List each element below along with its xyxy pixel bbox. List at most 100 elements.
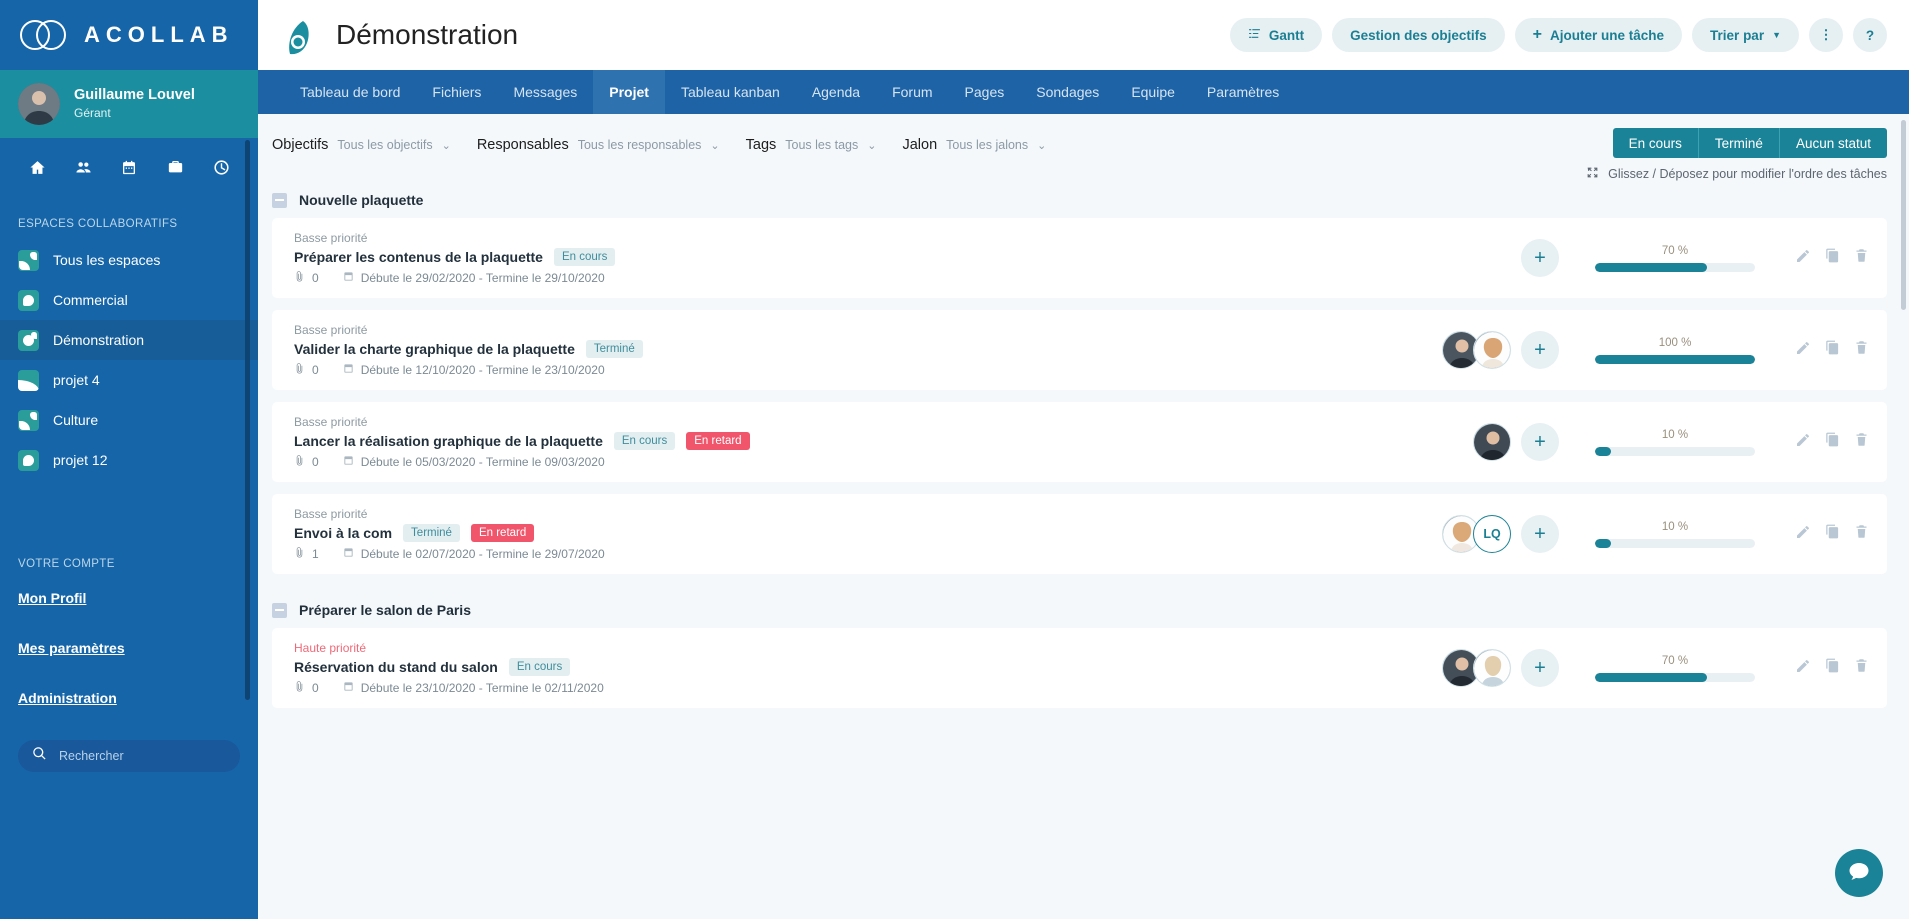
- task-row[interactable]: Haute priorité Réservation du stand du s…: [272, 628, 1887, 708]
- tab-tableau-de-bord[interactable]: Tableau de bord: [284, 70, 416, 114]
- tab-agenda[interactable]: Agenda: [796, 70, 876, 114]
- delete-trash-icon[interactable]: [1854, 432, 1869, 452]
- main-scrollbar[interactable]: [1901, 120, 1906, 310]
- drag-move-icon: [1586, 166, 1599, 182]
- delete-trash-icon[interactable]: [1854, 248, 1869, 268]
- tab-sondages[interactable]: Sondages: [1020, 70, 1115, 114]
- search-input[interactable]: [59, 749, 226, 763]
- collapse-minus-icon[interactable]: [272, 193, 287, 208]
- group-header-nouvelle-plaquette[interactable]: Nouvelle plaquette: [258, 176, 1909, 218]
- progress-track[interactable]: [1595, 539, 1755, 548]
- tab-projet[interactable]: Projet: [593, 70, 665, 114]
- spaces-section-label: ESPACES COLLABORATIFS: [0, 196, 258, 240]
- sidebar-item-commercial[interactable]: Commercial: [0, 280, 258, 320]
- assignee-avatars: [1442, 331, 1511, 369]
- group-header-preparer-le-salon-de-paris[interactable]: Préparer le salon de Paris: [258, 586, 1909, 628]
- gantt-button[interactable]: Gantt: [1230, 18, 1322, 52]
- sidebar-scrollbar[interactable]: [245, 140, 250, 700]
- tab-tableau-kanban[interactable]: Tableau kanban: [665, 70, 796, 114]
- status-filter-en-cours[interactable]: En cours: [1613, 128, 1699, 158]
- edit-pencil-icon[interactable]: [1795, 340, 1811, 361]
- filter-responsables[interactable]: Responsables Tous les responsables ⌄: [477, 137, 720, 153]
- collapse-minus-icon[interactable]: [272, 603, 287, 618]
- sidebar-item-mes-parametres[interactable]: Mes paramètres: [0, 630, 258, 666]
- task-row[interactable]: Basse priorité Valider la charte graphiq…: [272, 310, 1887, 390]
- avatar[interactable]: [1473, 649, 1511, 687]
- edit-pencil-icon[interactable]: [1795, 432, 1811, 453]
- objectives-button[interactable]: Gestion des objectifs: [1332, 18, 1505, 52]
- add-assignee-button[interactable]: +: [1521, 239, 1559, 277]
- filter-jalon[interactable]: Jalon Tous les jalons ⌄: [902, 137, 1046, 153]
- sidebar-item-tous-les-espaces[interactable]: Tous les espaces: [0, 240, 258, 280]
- duplicate-icon[interactable]: [1825, 658, 1840, 678]
- add-assignee-button[interactable]: +: [1521, 649, 1559, 687]
- avatar[interactable]: [1473, 423, 1511, 461]
- edit-pencil-icon[interactable]: [1795, 658, 1811, 679]
- sort-by-button[interactable]: Trier par ▼: [1692, 18, 1799, 52]
- task-row[interactable]: Basse priorité Envoi à la com Terminé En…: [272, 494, 1887, 574]
- add-assignee-button[interactable]: +: [1521, 331, 1559, 369]
- delete-trash-icon[interactable]: [1854, 658, 1869, 678]
- tab-fichiers[interactable]: Fichiers: [416, 70, 497, 114]
- tab-parametres[interactable]: Paramètres: [1191, 70, 1295, 114]
- sidebar-item-administration[interactable]: Administration: [0, 680, 258, 716]
- avatar-initials[interactable]: LQ: [1473, 515, 1511, 553]
- task-dates: Débute le 23/10/2020 - Termine le 02/11/…: [361, 681, 604, 695]
- edit-pencil-icon[interactable]: [1795, 248, 1811, 269]
- progress-track[interactable]: [1595, 263, 1755, 272]
- duplicate-icon[interactable]: [1825, 340, 1840, 360]
- users-icon[interactable]: [66, 152, 100, 182]
- user-panel[interactable]: Guillaume Louvel Gérant: [0, 70, 258, 138]
- project-tabs: Tableau de bord Fichiers Messages Projet…: [258, 70, 1909, 114]
- avatar[interactable]: [1473, 331, 1511, 369]
- progress-track[interactable]: [1595, 673, 1755, 682]
- top-bar: Démonstration Gantt Gestion des objectif…: [258, 0, 1909, 70]
- add-assignee-button[interactable]: +: [1521, 515, 1559, 553]
- sidebar-item-culture[interactable]: Culture: [0, 400, 258, 440]
- chat-button[interactable]: [1835, 849, 1883, 897]
- add-task-button[interactable]: + Ajouter une tâche: [1515, 18, 1682, 52]
- attachment-count: 0: [312, 271, 319, 285]
- progress-fill: [1595, 263, 1707, 272]
- filter-tags[interactable]: Tags Tous les tags ⌄: [746, 137, 877, 153]
- delete-trash-icon[interactable]: [1854, 340, 1869, 360]
- tab-forum[interactable]: Forum: [876, 70, 948, 114]
- progress: 70 %: [1595, 245, 1755, 272]
- delete-trash-icon[interactable]: [1854, 524, 1869, 544]
- progress: 10 %: [1595, 429, 1755, 456]
- clock-icon[interactable]: [204, 152, 238, 182]
- progress-track[interactable]: [1595, 355, 1755, 364]
- tab-equipe[interactable]: Equipe: [1115, 70, 1191, 114]
- sidebar-item-projet-4[interactable]: projet 4: [0, 360, 258, 400]
- task-row[interactable]: Basse priorité Lancer la réalisation gra…: [272, 402, 1887, 482]
- sidebar-item-demonstration[interactable]: Démonstration: [0, 320, 258, 360]
- progress-fill: [1595, 539, 1611, 548]
- home-icon[interactable]: [20, 152, 54, 182]
- task-row[interactable]: Basse priorité Préparer les contenus de …: [272, 218, 1887, 298]
- space-icon-all: [18, 250, 39, 271]
- sidebar-item-mon-profil[interactable]: Mon Profil: [0, 580, 258, 616]
- duplicate-icon[interactable]: [1825, 432, 1840, 452]
- sidebar-item-projet-12[interactable]: projet 12: [0, 440, 258, 480]
- task-dates: Débute le 05/03/2020 - Termine le 09/03/…: [361, 455, 605, 469]
- more-options-button[interactable]: ⋮: [1809, 18, 1843, 52]
- progress-label: 10 %: [1595, 521, 1755, 533]
- calendar-icon[interactable]: [112, 152, 146, 182]
- progress-fill: [1595, 355, 1755, 364]
- add-assignee-button[interactable]: +: [1521, 423, 1559, 461]
- duplicate-icon[interactable]: [1825, 248, 1840, 268]
- duplicate-icon[interactable]: [1825, 524, 1840, 544]
- help-button[interactable]: ?: [1853, 18, 1887, 52]
- status-filter-termine[interactable]: Terminé: [1699, 128, 1780, 158]
- filter-objectifs[interactable]: Objectifs Tous les objectifs ⌄: [272, 137, 451, 153]
- status-filter-aucun-statut[interactable]: Aucun statut: [1780, 128, 1887, 158]
- edit-pencil-icon[interactable]: [1795, 524, 1811, 545]
- brand-logo[interactable]: ACOLLAB: [0, 0, 258, 70]
- search-box[interactable]: [18, 740, 240, 772]
- briefcase-icon[interactable]: [158, 152, 192, 182]
- tab-pages[interactable]: Pages: [949, 70, 1021, 114]
- gantt-icon: [1248, 27, 1261, 43]
- progress-track[interactable]: [1595, 447, 1755, 456]
- tab-messages[interactable]: Messages: [497, 70, 593, 114]
- progress-label: 70 %: [1595, 245, 1755, 257]
